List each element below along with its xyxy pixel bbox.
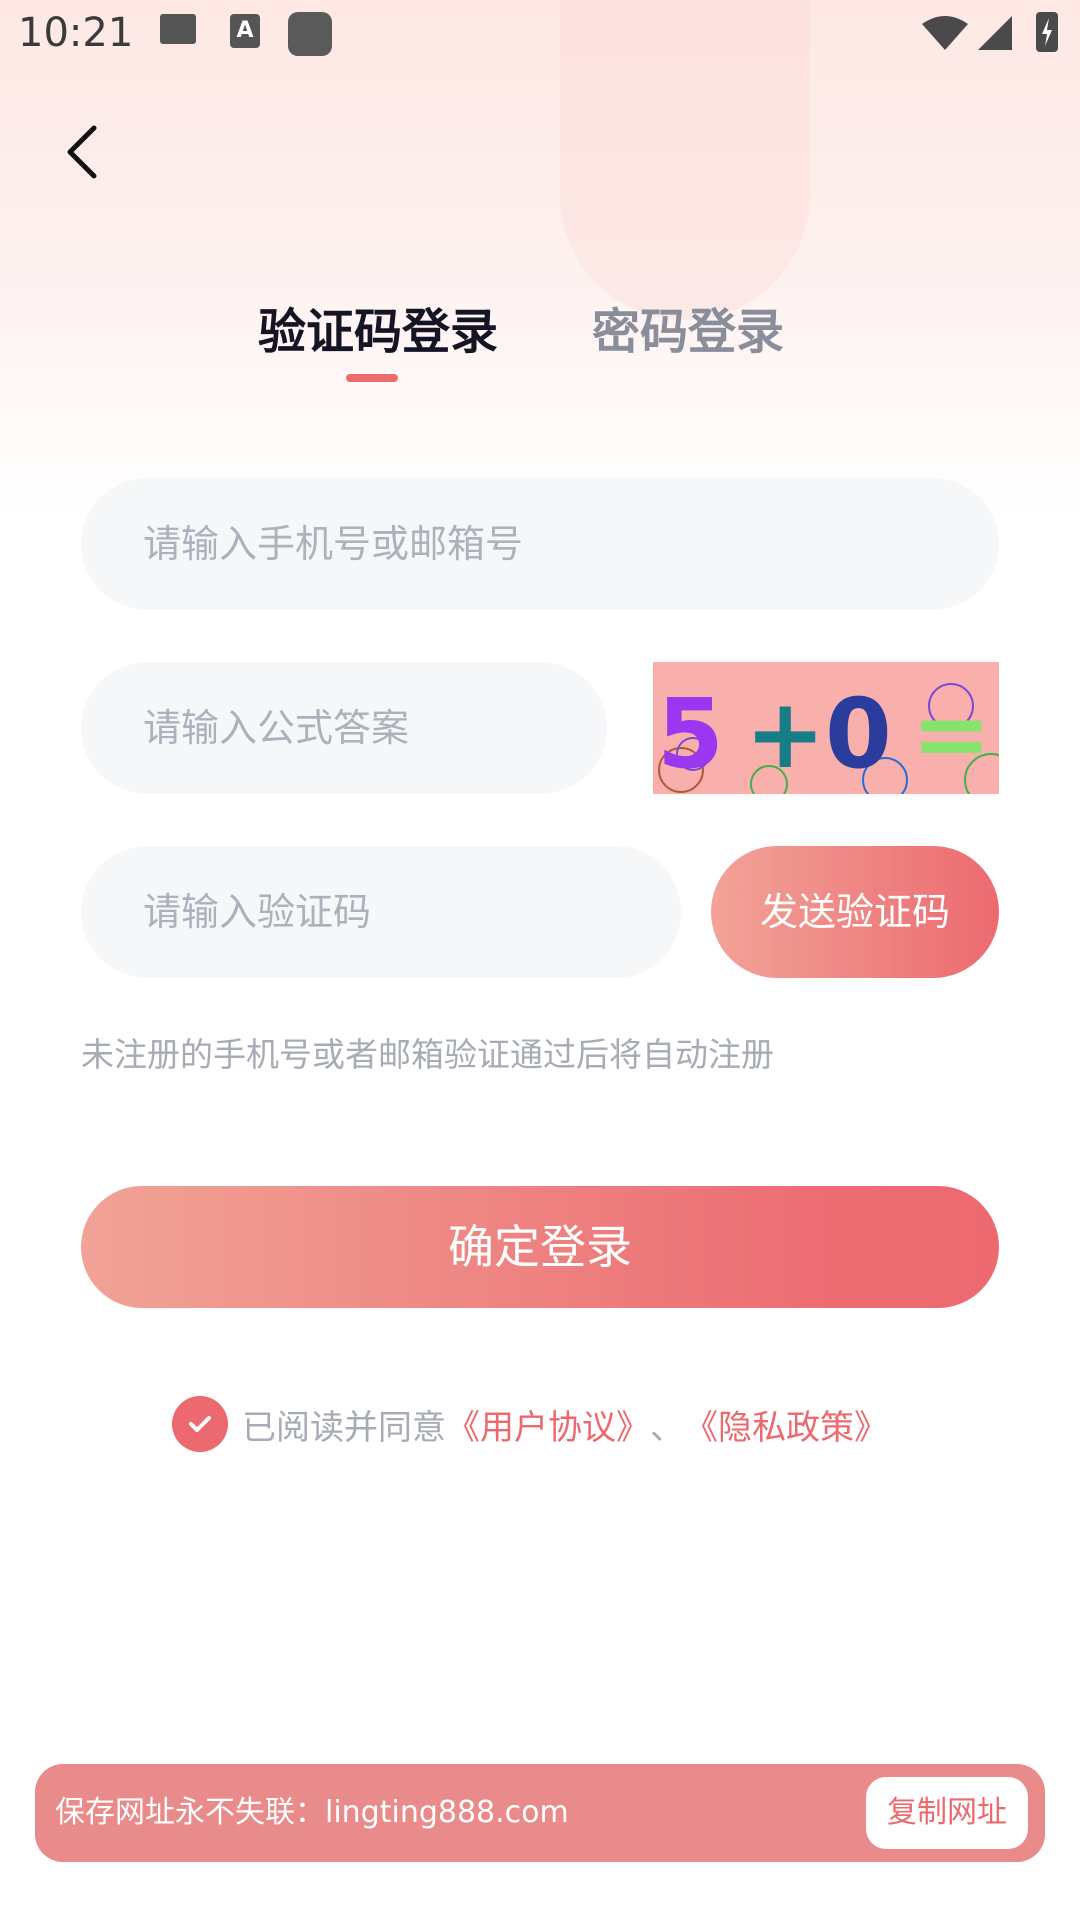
captcha-image[interactable]: 5 + 0 = — [653, 662, 999, 794]
send-code-button[interactable]: 发送验证码 — [711, 846, 999, 978]
wifi-icon — [922, 16, 968, 50]
copy-url-button[interactable]: 复制网址 — [866, 1777, 1028, 1849]
login-screen: 10:21 A 验证码登录 密码登录 请输入手机号或邮箱号 请输入公式答案 5 … — [0, 0, 1080, 1920]
captcha-char: + — [745, 678, 826, 790]
tab-password-login[interactable]: 密码登录 — [592, 292, 784, 362]
account-input[interactable] — [141, 521, 999, 567]
app-square-icon — [288, 12, 332, 56]
captcha-field — [81, 662, 607, 794]
agreement-separator: 、 — [650, 1407, 684, 1448]
image-icon — [160, 14, 196, 44]
agreement-row: 已阅读并同意 《用户协议》 、 《隐私政策》 — [172, 1396, 888, 1452]
banner-text: 保存网址永不失联：lingting888.com — [55, 1795, 569, 1830]
captcha-char: = — [911, 678, 992, 790]
agreement-prefix: 已阅读并同意 — [242, 1407, 446, 1448]
verification-code-input[interactable] — [141, 889, 681, 935]
captcha-char: 0 — [825, 678, 892, 790]
confirm-login-button[interactable]: 确定登录 — [81, 1186, 999, 1308]
active-tab-indicator — [346, 374, 398, 382]
save-url-banner: 保存网址永不失联：lingting888.com 复制网址 — [35, 1764, 1045, 1862]
status-time: 10:21 — [18, 10, 134, 56]
font-icon: A — [230, 14, 260, 48]
verification-code-field — [81, 846, 681, 978]
checkbox-checked-icon[interactable] — [172, 1396, 228, 1452]
chevron-left-icon[interactable] — [60, 122, 110, 182]
privacy-policy-link[interactable]: 《隐私政策》 — [684, 1400, 888, 1449]
user-agreement-link[interactable]: 《用户协议》 — [446, 1400, 650, 1449]
tab-sms-login[interactable]: 验证码登录 — [258, 292, 498, 362]
status-bar: 10:21 A — [0, 0, 1080, 72]
signal-icon — [978, 16, 1012, 50]
battery-charging-icon — [1036, 12, 1058, 52]
captcha-answer-input[interactable] — [141, 705, 607, 751]
auto-register-hint: 未注册的手机号或者邮箱验证通过后将自动注册 — [81, 1035, 774, 1074]
captcha-char: 5 — [657, 678, 724, 790]
account-field — [81, 478, 999, 610]
